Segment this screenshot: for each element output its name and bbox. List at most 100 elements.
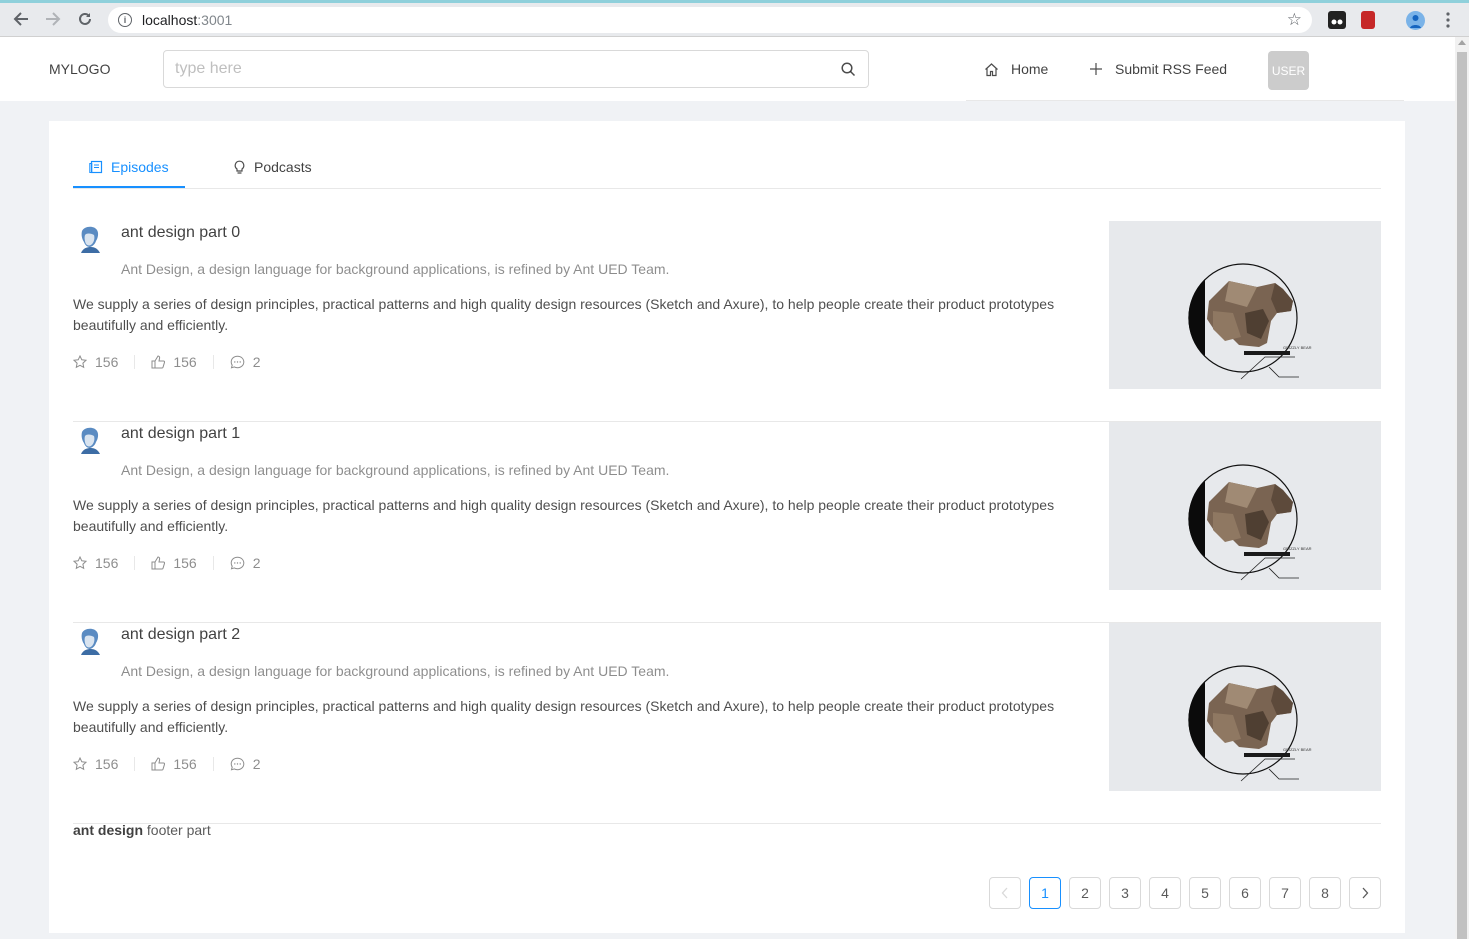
search-input[interactable] [164,51,804,87]
list-footer: ant design footer part [73,822,211,838]
scroll-thumb[interactable] [1457,52,1467,939]
page-4-button[interactable]: 4 [1149,877,1181,909]
star-action[interactable]: 156 [73,756,134,772]
star-count: 156 [95,555,119,571]
item-image[interactable]: GRIZZLY BEAR [1109,623,1381,791]
item-title[interactable]: ant design part 2 [121,626,240,644]
page-5-button[interactable]: 5 [1189,877,1221,909]
grizzly-bear-illustration: GRIZZLY BEAR [1188,665,1312,782]
item-content: We supply a series of design principles,… [73,698,1055,735]
like-count: 156 [173,555,197,571]
browser-toolbar: i localhost:3001 ☆ [0,0,1469,37]
avatar[interactable] [73,625,105,657]
star-count: 156 [95,354,119,370]
tab-episodes[interactable]: Episodes [89,159,169,175]
page-8-button[interactable]: 8 [1309,877,1341,909]
footer-bold: ant design [73,822,144,838]
next-page-button[interactable] [1349,877,1381,909]
item-title[interactable]: ant design part 0 [121,224,240,242]
message-icon [230,556,245,570]
like-icon [151,355,166,369]
image-caption: GRIZZLY BEAR [1283,546,1312,551]
page-6-button[interactable]: 6 [1229,877,1261,909]
search-box[interactable] [163,50,869,88]
message-icon [230,757,245,771]
pagination: 1 2 3 4 5 6 7 8 [989,877,1389,909]
star-action[interactable]: 156 [73,354,134,370]
reload-icon[interactable] [69,3,101,35]
list-item: ant design part 2 Ant Design, a design l… [73,623,1381,824]
like-action[interactable]: 156 [134,354,212,370]
bookmark-extension-icon[interactable] [1361,11,1375,29]
item-image[interactable]: GRIZZLY BEAR [1109,422,1381,590]
tab-bar: Episodes Podcasts [73,149,1381,189]
comment-action[interactable]: 2 [212,555,277,571]
logo[interactable]: MYLOGO [49,61,110,77]
item-title[interactable]: ant design part 1 [121,425,240,443]
profile-icon[interactable] [1406,11,1425,30]
scroll-up-arrow-icon[interactable] [1458,40,1466,45]
tab-podcasts[interactable]: Podcasts [233,159,312,175]
list-item: ant design part 1 Ant Design, a design l… [73,422,1381,623]
item-actions: 156 156 2 [73,555,277,571]
comment-action[interactable]: 2 [212,756,277,772]
comment-count: 2 [252,354,261,370]
chevron-left-icon [1001,887,1008,899]
menu-item-home[interactable]: Home [984,61,1048,77]
list-item: ant design part 0 Ant Design, a design l… [73,221,1381,422]
page-7-button[interactable]: 7 [1269,877,1301,909]
item-description: Ant Design, a design language for backgr… [121,663,670,679]
prev-page-button[interactable] [989,877,1021,909]
star-icon [73,757,87,771]
menu-item-label: Submit RSS Feed [1115,61,1228,77]
like-count: 156 [173,756,197,772]
bulb-icon [234,160,245,174]
like-icon [151,757,166,771]
like-action[interactable]: 156 [134,756,212,772]
like-icon [151,556,166,570]
menu-item-label: Home [1011,61,1049,77]
item-image[interactable]: GRIZZLY BEAR [1109,221,1381,389]
extension-icon[interactable] [1328,11,1346,29]
menu-divider [966,100,1404,101]
search-icon[interactable] [841,62,856,77]
item-description: Ant Design, a design language for backgr… [121,261,670,277]
address-bar[interactable]: i localhost:3001 ☆ [108,7,1312,33]
page-3-button[interactable]: 3 [1109,877,1141,909]
chevron-right-icon [1362,887,1369,899]
app-header: MYLOGO Home Submit RSS Feed USER [0,37,1455,101]
image-caption: GRIZZLY BEAR [1283,345,1312,350]
page-scrollbar[interactable] [1455,37,1469,939]
image-caption: GRIZZLY BEAR [1283,747,1312,752]
browser-menu-icon[interactable] [1446,12,1450,31]
page-2-button[interactable]: 2 [1069,877,1101,909]
message-icon [230,355,245,369]
star-action[interactable]: 156 [73,555,134,571]
item-content: We supply a series of design principles,… [73,497,1055,534]
bookmark-star-icon[interactable]: ☆ [1287,10,1302,30]
forward-icon[interactable] [37,3,69,35]
tab-label: Episodes [111,159,169,175]
comment-action[interactable]: 2 [212,354,277,370]
page-1-button[interactable]: 1 [1029,877,1061,909]
container-icon [89,160,103,174]
comment-count: 2 [252,756,261,772]
url-text: localhost:3001 [142,12,233,28]
item-content: We supply a series of design principles,… [73,296,1055,333]
grizzly-bear-illustration: GRIZZLY BEAR [1188,263,1312,380]
active-tab-indicator [73,186,185,188]
menu-item-submit-rss[interactable]: Submit RSS Feed [1089,61,1227,77]
footer-rest: footer part [143,822,211,838]
star-icon [73,355,87,369]
item-description: Ant Design, a design language for backgr… [121,462,670,478]
item-actions: 156 156 2 [73,354,277,370]
plus-icon [1090,63,1102,75]
content-card: Episodes Podcasts ant design part 0 Ant … [49,121,1405,933]
comment-count: 2 [252,555,261,571]
back-icon[interactable] [5,3,37,35]
like-action[interactable]: 156 [134,555,212,571]
user-avatar[interactable]: USER [1268,51,1309,90]
avatar[interactable] [73,223,105,255]
avatar[interactable] [73,424,105,456]
info-icon[interactable]: i [118,13,132,27]
